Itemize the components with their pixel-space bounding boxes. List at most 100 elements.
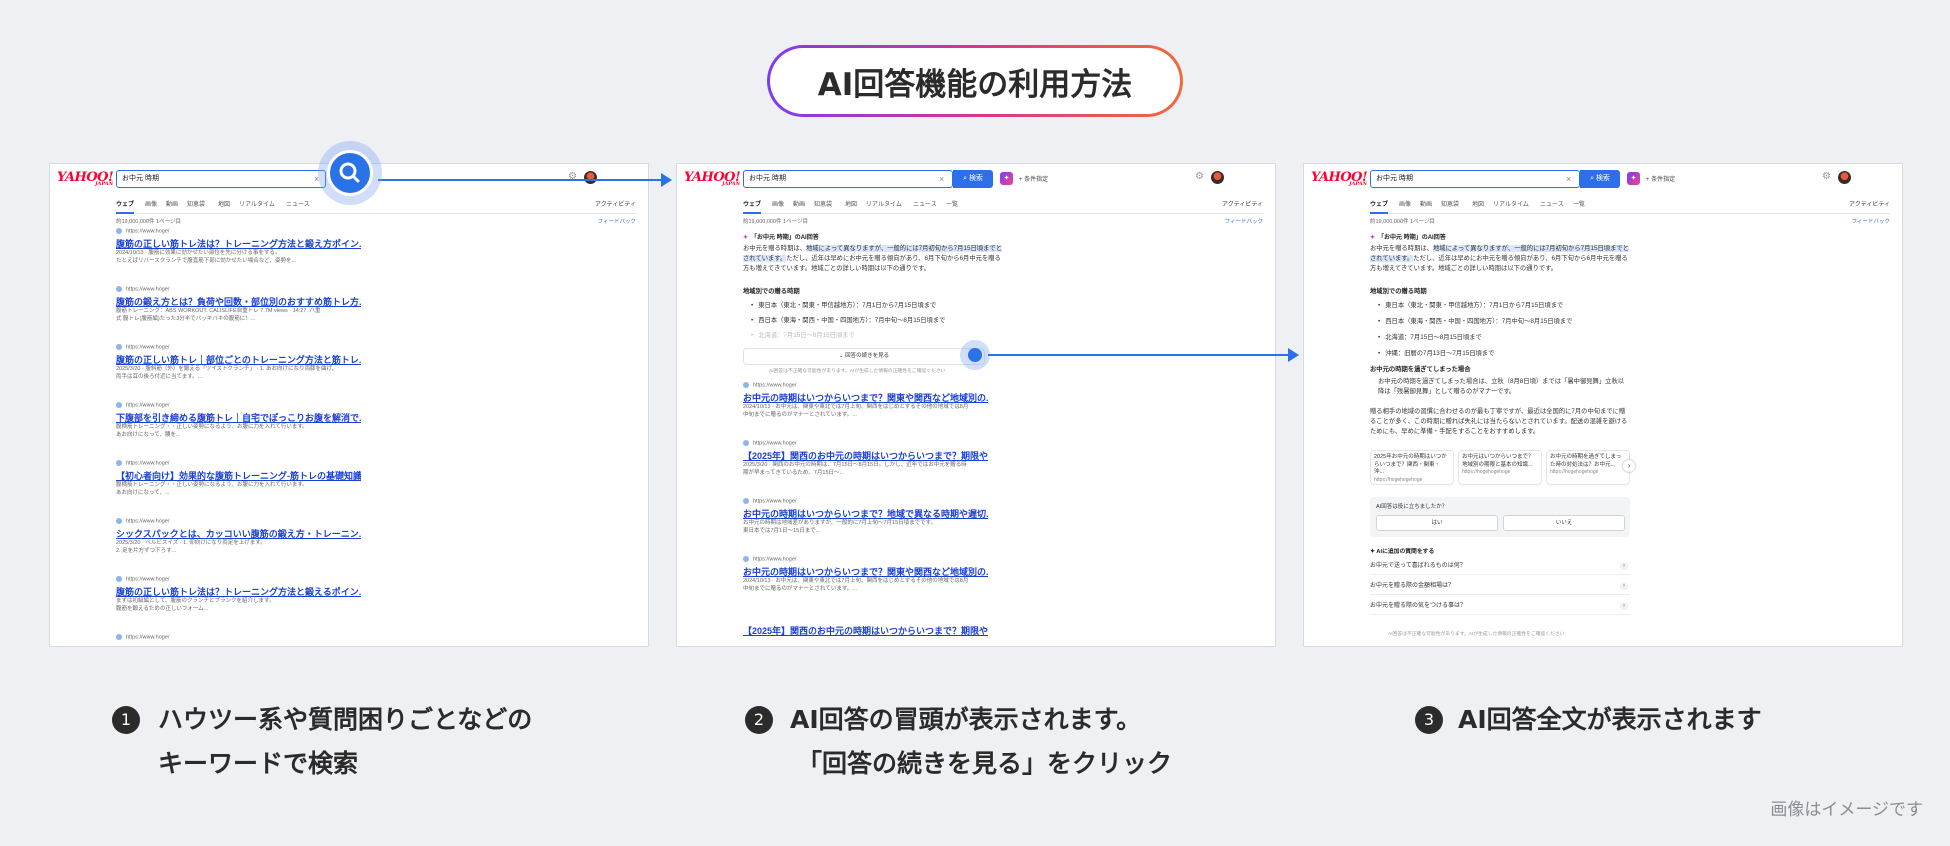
tab-activity[interactable]: アクティビティ: [1849, 199, 1890, 208]
result-title-link[interactable]: 腹筋の正しい筋トレ法は？トレーニング方法と鍛え方ポイン...: [116, 237, 361, 249]
tab-web[interactable]: ウェブ: [1370, 199, 1389, 214]
yahoo-logo[interactable]: YAHOO! JAPAN: [1311, 170, 1368, 187]
ai-late-text: お中元の時期を過ぎてしまった場合は、立秋（8月8日頃）までは「暑中御見舞」立秋以…: [1378, 378, 1625, 395]
search-button[interactable]: ⌕ 検索: [953, 170, 993, 188]
tab-map[interactable]: 地図: [218, 199, 230, 208]
clear-icon[interactable]: ×: [939, 170, 944, 188]
avatar[interactable]: [1838, 171, 1851, 184]
search-result: https://www.hoge/ 腹筋の正しい筋トレ法は？トレーニング方法と鍛…: [116, 576, 361, 613]
result-url: https://www.hoge/: [116, 634, 361, 643]
feedback-link[interactable]: フィードバック: [598, 217, 636, 225]
search-input[interactable]: お中元 時期: [116, 170, 326, 188]
tab-list[interactable]: 一覧: [946, 199, 958, 208]
ai-assistant-icon[interactable]: ✦: [1627, 172, 1640, 185]
search-header: YAHOO! JAPAN お中元 時期 × ⌕ 検索 ✦ + 条件指定 ⚙: [1304, 164, 1902, 194]
result-url: https://www.hoge/: [116, 286, 361, 295]
tab-map[interactable]: 地図: [845, 199, 857, 208]
tab-chiebukuro[interactable]: 知恵袋: [814, 199, 832, 208]
helpful-yes-button[interactable]: はい: [1376, 515, 1498, 531]
feedback-link[interactable]: フィードバック: [1225, 217, 1263, 225]
tab-images[interactable]: 画像: [145, 199, 157, 208]
tab-video[interactable]: 動画: [1420, 199, 1432, 208]
followup-question[interactable]: お中元で送って喜ばれるものは何？ ›: [1370, 558, 1630, 575]
source-card[interactable]: お中元の時期を過ぎてしまった時の対処法は？お中元... https://hogeh…: [1546, 450, 1630, 485]
condition-link[interactable]: + 条件指定: [1646, 174, 1675, 183]
tab-images[interactable]: 画像: [1399, 199, 1411, 208]
result-title-link[interactable]: 腹筋の正しい筋トレ法は？トレーニング方法と鍛えるポイン...: [116, 585, 361, 597]
tab-map[interactable]: 地図: [1472, 199, 1484, 208]
result-url: https://www.hoge/: [116, 402, 361, 411]
tab-chiebukuro[interactable]: 知恵袋: [1441, 199, 1459, 208]
result-title-link[interactable]: 腹筋の正しい筋トレ｜部位ごとのトレーニング方法と筋トレ...: [116, 353, 361, 365]
ai-disclaimer: AI回答は不正確な可能性があります。AIが生成した情報の正確性をご確認ください: [769, 369, 946, 374]
result-snippet: 東日本では7月1日〜15日まで...: [743, 528, 821, 534]
followup-question[interactable]: お中元を贈る際の金額相場は？ ›: [1370, 578, 1630, 595]
source-card[interactable]: お中元はいつからいつまで？地域別の期限と基本の知識... https://hoge…: [1458, 450, 1542, 485]
result-title-link[interactable]: お中元の時期はいつからいつまで？関東や関西など地域別の...: [743, 565, 988, 577]
gear-icon[interactable]: ⚙: [1195, 171, 1204, 182]
step-connector-2: [988, 354, 1290, 356]
tab-web[interactable]: ウェブ: [743, 199, 762, 214]
search-result: https://www.hoge/ 腹筋の正しい筋トレ｜部位ごとのトレーニング方…: [116, 344, 361, 381]
tab-news[interactable]: ニュース: [286, 199, 310, 208]
ai-assistant-icon[interactable]: ✦: [1000, 172, 1013, 185]
yahoo-logo[interactable]: YAHOO! JAPAN: [57, 170, 114, 187]
result-title-link[interactable]: お中元の時期はいつからいつまで？地域で異なる時期や遅切...: [743, 507, 988, 519]
result-snippet: あお向けになって、...: [116, 490, 170, 496]
tab-chiebukuro[interactable]: 知恵袋: [187, 199, 205, 208]
result-title-link[interactable]: シックスパックとは、カッコいい腹筋の鍛え方・トレーニン...: [116, 527, 361, 539]
search-input[interactable]: お中元 時期: [1370, 170, 1580, 188]
result-title-link[interactable]: 【2025年】関西のお中元の時期はいつからいつまで？期限や...: [743, 449, 988, 461]
result-title-link[interactable]: 下腹部を引き締める腹筋トレ｜自宅でぽっこりお腹を解消で...: [116, 411, 361, 423]
favicon-icon: [116, 576, 122, 582]
avatar[interactable]: [1211, 171, 1224, 184]
search-icon: ⌕: [963, 175, 967, 182]
condition-link[interactable]: + 条件指定: [1019, 174, 1048, 183]
search-input[interactable]: お中元 時期: [743, 170, 953, 188]
followup-question[interactable]: お中元を贈る際の気をつける事は？ ›: [1370, 598, 1630, 615]
tab-video[interactable]: 動画: [793, 199, 805, 208]
result-url: https://www.hoge/: [743, 498, 988, 507]
result-count: 約19,000,000件 1ページ目: [116, 219, 182, 225]
search-result: https://www.hoge/ 腹筋の正しい筋トレ法は？トレーニング方法と鍛…: [116, 228, 361, 265]
search-result: https://www.hoge/: [116, 634, 361, 643]
search-tabs: ウェブ 画像 動画 知恵袋 地図 リアルタイム ニュース アクティビティ: [116, 199, 636, 214]
result-title-link[interactable]: 腹筋の鍛え方とは？負荷や回数・部位別のおすすめ筋トレ方...: [116, 295, 361, 307]
ai-disclaimer: AI回答は不正確な可能性があります。AIが生成した情報の正確性をご確認ください: [1388, 632, 1565, 637]
tab-activity[interactable]: アクティビティ: [1222, 199, 1263, 208]
tab-images[interactable]: 画像: [772, 199, 784, 208]
tab-realtime[interactable]: リアルタイム: [866, 199, 902, 208]
search-button[interactable]: ⌕ 検索: [1580, 170, 1620, 188]
result-title-link[interactable]: 【初心者向け】効果的な腹筋トレーニング-筋トレの基礎知識...: [116, 469, 361, 481]
search-tabs: ウェブ 画像 動画 知恵袋 地図 リアルタイム ニュース 一覧 アクティビティ: [743, 199, 1263, 214]
favicon-icon: [116, 460, 122, 466]
result-title-link[interactable]: 【2025年】関西のお中元の時期はいつからいつまで？期限や...: [743, 624, 988, 636]
tab-realtime[interactable]: リアルタイム: [1493, 199, 1529, 208]
source-card[interactable]: 2025年お中元の時期はいつからいつまで？関西・関東・沖... https://h…: [1370, 450, 1454, 485]
ai-region-item: 東日本（東北・関東・甲信越地方）：7月1日から7月15日頃まで: [751, 300, 936, 309]
tab-realtime[interactable]: リアルタイム: [239, 199, 275, 208]
screenshot-search-results: YAHOO! JAPAN お中元 時期 × ⚙ ウェブ 画像 動画 知恵袋 地図 …: [49, 163, 649, 647]
gear-icon[interactable]: ⚙: [1822, 171, 1831, 182]
helpful-no-button[interactable]: いいえ: [1503, 515, 1625, 531]
tab-news[interactable]: ニュース: [1540, 199, 1564, 208]
tab-video[interactable]: 動画: [166, 199, 178, 208]
result-count: 約19,000,000件 1ページ目: [1370, 219, 1436, 225]
favicon-icon: [116, 286, 122, 292]
avatar[interactable]: [584, 171, 597, 184]
chevron-right-icon[interactable]: ›: [1623, 460, 1635, 472]
ai-answer-heading: ✦ 「お中元 時期」のAI回答: [743, 235, 819, 241]
tab-list[interactable]: 一覧: [1573, 199, 1585, 208]
result-title-link[interactable]: お中元の時期はいつからいつまで？関東や関西など地域別の...: [743, 391, 988, 403]
arrow-right-icon: [661, 173, 672, 187]
tab-web[interactable]: ウェブ: [116, 199, 135, 214]
clear-icon[interactable]: ×: [1566, 170, 1571, 188]
result-snippet: たとえばリバースクランチで腹直筋下部に効かせたい場合など、姿勢を...: [116, 258, 297, 264]
search-header: YAHOO! JAPAN お中元 時期 × ⌕ 検索 ✦ + 条件指定 ⚙: [677, 164, 1275, 194]
tab-news[interactable]: ニュース: [913, 199, 937, 208]
tab-activity[interactable]: アクティビティ: [595, 199, 636, 208]
yahoo-logo[interactable]: YAHOO! JAPAN: [684, 170, 741, 187]
show-more-answer-button[interactable]: ⌄ 回答の続きを見る: [743, 348, 985, 365]
feedback-link[interactable]: フィードバック: [1852, 217, 1890, 225]
search-result: https://www.hoge/ お中元の時期はいつからいつまで？関東や関西な…: [743, 556, 988, 593]
